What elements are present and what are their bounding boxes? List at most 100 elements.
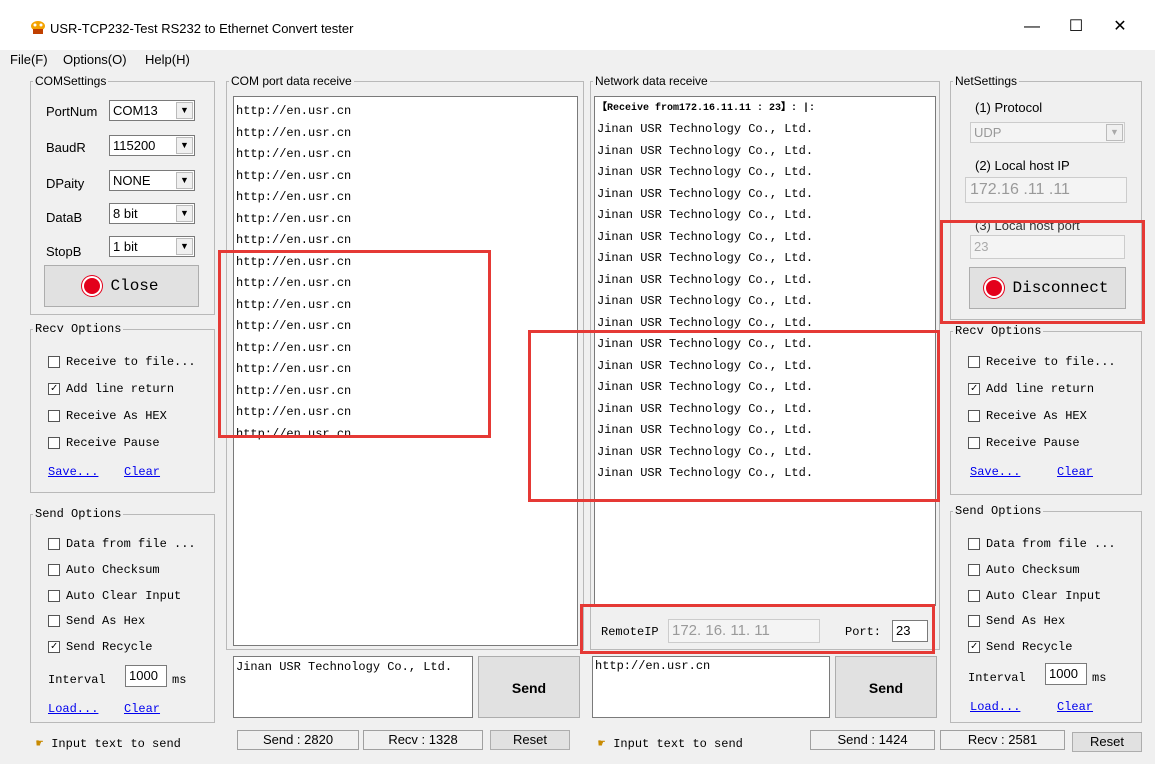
net-send-input[interactable]: http://en.usr.cn	[592, 656, 830, 718]
net-settings-legend: NetSettings	[955, 74, 1018, 88]
menu-file[interactable]: File(F)	[10, 52, 48, 67]
baudrate-select[interactable]: 115200 ▼	[109, 135, 195, 156]
left-auto-checksum-checkbox[interactable]: Auto Checksum	[48, 563, 160, 577]
stopbits-select[interactable]: 1 bit ▼	[109, 236, 195, 257]
right-recv-to-file-checkbox[interactable]: Receive to file...	[968, 355, 1116, 369]
left-auto-clear-checkbox[interactable]: Auto Clear Input	[48, 589, 181, 603]
chevron-down-icon: ▼	[176, 137, 193, 154]
left-interval-label: Interval	[48, 673, 106, 687]
parity-select[interactable]: NONE ▼	[109, 170, 195, 191]
right-send-load-link[interactable]: Load...	[970, 700, 1020, 714]
stopbits-label: StopB	[46, 244, 82, 259]
minimize-button[interactable]: —	[1010, 12, 1054, 42]
net-receive-line: Jinan USR Technology Co., Ltd.	[597, 143, 814, 158]
right-interval-input[interactable]: 1000	[1045, 663, 1087, 685]
right-recv-pause-checkbox[interactable]: Receive Pause	[968, 436, 1080, 450]
right-interval-label: Interval	[968, 671, 1026, 685]
parity-label: DPaity	[46, 176, 85, 191]
app-icon	[30, 20, 46, 36]
com-receive-line: http://en.usr.cn	[236, 104, 352, 118]
left-data-from-file-checkbox[interactable]: Data from file ...	[48, 537, 196, 551]
right-recv-as-hex-checkbox[interactable]: Receive As HEX	[968, 409, 1087, 423]
left-send-load-link[interactable]: Load...	[48, 702, 98, 716]
net-receive-line: Jinan USR Technology Co., Ltd.	[597, 165, 814, 179]
left-recv-pause-checkbox[interactable]: Receive Pause	[48, 436, 160, 450]
left-send-as-hex-checkbox[interactable]: Send As Hex	[48, 614, 145, 628]
right-send-recycle-checkbox[interactable]: ✓ Send Recycle	[968, 640, 1072, 654]
maximize-button[interactable]: ☐	[1054, 12, 1098, 42]
com-settings-legend: COMSettings	[35, 74, 107, 88]
hand-pointer-icon: ☛	[36, 737, 44, 751]
net-send-button[interactable]: Send	[835, 656, 937, 718]
com-reset-button[interactable]: Reset	[490, 730, 570, 750]
close-window-button[interactable]: ✕	[1098, 12, 1142, 42]
baudrate-label: BaudR	[46, 140, 86, 155]
chevron-down-icon: ▼	[176, 205, 193, 222]
com-send-button[interactable]: Send	[478, 656, 580, 718]
annotation-box-net-data	[528, 330, 940, 502]
net-receive-line: Jinan USR Technology Co., Ltd.	[597, 186, 814, 201]
com-receive-line: http://en.usr.cn	[236, 190, 352, 204]
portnum-label: PortNum	[46, 104, 98, 119]
left-recv-as-hex-checkbox[interactable]: Receive As HEX	[48, 409, 167, 423]
right-auto-checksum-checkbox[interactable]: Auto Checksum	[968, 563, 1080, 577]
com-receive-line: http://en.usr.cn	[236, 147, 352, 161]
annotation-box-local-port	[940, 220, 1145, 324]
annotation-box-com-data	[218, 250, 491, 438]
right-send-clear-link[interactable]: Clear	[1057, 700, 1093, 714]
window-title: USR-TCP232-Test RS232 to Ethernet Conver…	[50, 21, 354, 36]
portnum-select[interactable]: COM13 ▼	[109, 100, 195, 121]
net-receive-line: Jinan USR Technology Co., Ltd.	[597, 272, 814, 287]
databits-label: DataB	[46, 210, 83, 225]
com-receive-line: http://en.usr.cn	[236, 211, 352, 226]
left-recv-save-link[interactable]: Save...	[48, 465, 98, 479]
chevron-down-icon: ▼	[176, 172, 193, 189]
left-interval-unit: ms	[172, 673, 187, 687]
status-lamp-icon	[84, 277, 101, 294]
com-send-count: Send : 2820	[237, 730, 359, 750]
right-recv-options-legend: Recv Options	[955, 324, 1042, 338]
com-recv-count: Recv : 1328	[363, 730, 483, 750]
left-interval-input[interactable]: 1000	[125, 665, 167, 687]
annotation-box-remote	[580, 604, 935, 654]
left-send-options-legend: Send Options	[35, 507, 122, 521]
hand-pointer-icon: ☛	[598, 737, 606, 751]
left-add-line-return-checkbox[interactable]: ✓ Add line return	[48, 382, 174, 396]
net-send-count: Send : 1424	[810, 730, 935, 750]
right-input-hint: ☛ Input text to send	[598, 737, 743, 751]
local-ip-input[interactable]: 172.16 .11 .11	[965, 177, 1127, 203]
chevron-down-icon: ▼	[176, 238, 193, 255]
right-interval-unit: ms	[1092, 671, 1107, 685]
protocol-label: (1) Protocol	[975, 100, 1043, 115]
net-receive-line: Jinan USR Technology Co., Ltd.	[597, 122, 814, 136]
net-receive-line: Jinan USR Technology Co., Ltd.	[597, 294, 814, 308]
net-receive-line: Jinan USR Technology Co., Ltd.	[597, 208, 814, 222]
com-receive-line: http://en.usr.cn	[236, 125, 352, 140]
net-receive-line: Jinan USR Technology Co., Ltd.	[597, 229, 814, 244]
right-data-from-file-checkbox[interactable]: Data from file ...	[968, 537, 1116, 551]
left-send-recycle-checkbox[interactable]: ✓ Send Recycle	[48, 640, 152, 654]
left-send-clear-link[interactable]: Clear	[124, 702, 160, 716]
chevron-down-icon: ▼	[176, 102, 193, 119]
menu-options[interactable]: Options(O)	[63, 52, 127, 67]
com-receive-legend: COM port data receive	[231, 74, 352, 88]
chevron-down-icon: ▼	[1106, 124, 1123, 141]
close-port-button[interactable]: Close	[44, 265, 199, 307]
left-recv-to-file-checkbox[interactable]: Receive to file...	[48, 355, 196, 369]
com-receive-line: http://en.usr.cn	[236, 233, 352, 247]
protocol-select[interactable]: UDP ▼	[970, 122, 1125, 143]
right-send-options-legend: Send Options	[955, 504, 1042, 518]
right-send-as-hex-checkbox[interactable]: Send As Hex	[968, 614, 1065, 628]
right-auto-clear-checkbox[interactable]: Auto Clear Input	[968, 589, 1101, 603]
menu-help[interactable]: Help(H)	[145, 52, 190, 67]
databits-select[interactable]: 8 bit ▼	[109, 203, 195, 224]
right-add-line-return-checkbox[interactable]: ✓ Add line return	[968, 382, 1094, 396]
right-recv-clear-link[interactable]: Clear	[1057, 465, 1093, 479]
net-reset-button[interactable]: Reset	[1072, 732, 1142, 752]
net-receive-legend: Network data receive	[595, 74, 708, 88]
right-recv-save-link[interactable]: Save...	[970, 465, 1020, 479]
local-ip-label: (2) Local host IP	[975, 158, 1070, 173]
left-recv-options-legend: Recv Options	[35, 322, 122, 336]
left-recv-clear-link[interactable]: Clear	[124, 465, 160, 479]
com-send-input[interactable]: Jinan USR Technology Co., Ltd.	[233, 656, 473, 718]
